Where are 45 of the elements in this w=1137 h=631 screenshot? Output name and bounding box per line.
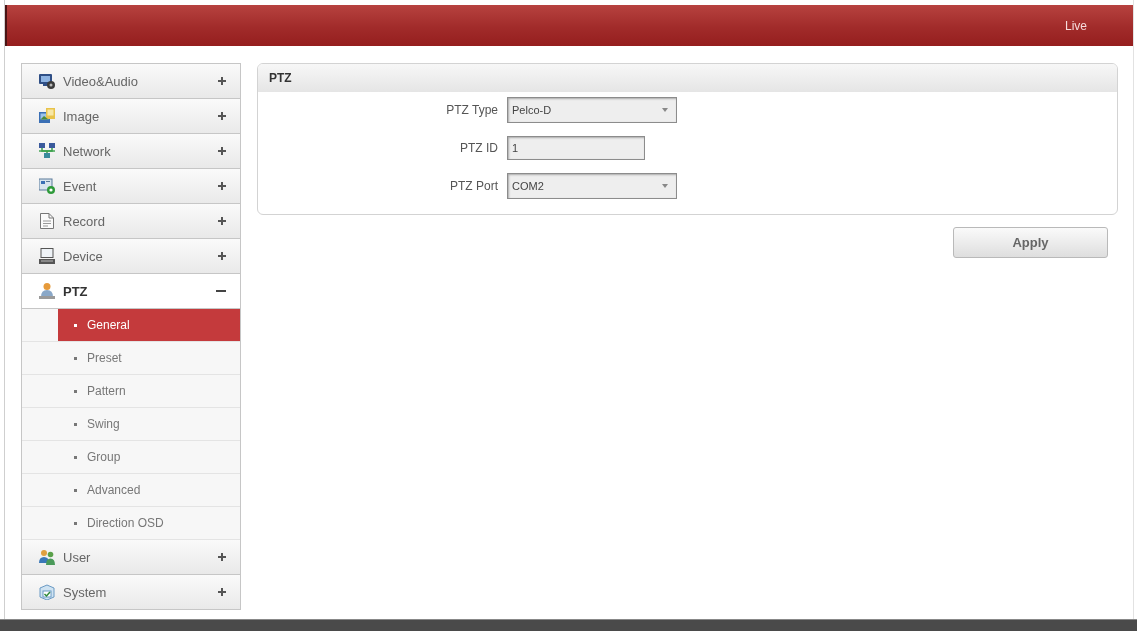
person-icon bbox=[39, 283, 55, 299]
panel-title: PTZ bbox=[269, 71, 292, 85]
document-icon bbox=[39, 213, 55, 229]
network-icon bbox=[39, 143, 55, 159]
sidebar-item[interactable]: Network bbox=[22, 134, 240, 169]
submenu-item[interactable]: General bbox=[58, 309, 240, 341]
dropdown[interactable]: COM2 bbox=[507, 173, 677, 199]
box-check-icon bbox=[39, 584, 55, 600]
users-icon bbox=[39, 549, 55, 565]
field-label: PTZ ID bbox=[459, 141, 498, 155]
sidebar-item[interactable]: Video&Audio bbox=[22, 64, 240, 99]
live-link[interactable]: Live bbox=[1065, 18, 1087, 33]
plus-icon bbox=[218, 77, 226, 85]
bullet-icon bbox=[74, 356, 77, 360]
sidebar-item[interactable]: System bbox=[22, 575, 240, 610]
plus-icon bbox=[218, 252, 226, 260]
sidebar-item[interactable]: Event bbox=[22, 169, 240, 204]
window-badge-icon bbox=[39, 178, 55, 194]
field-label: PTZ Port bbox=[449, 179, 498, 193]
bullet-icon bbox=[74, 389, 77, 393]
bullet-icon bbox=[74, 323, 77, 327]
plus-icon bbox=[218, 588, 226, 596]
sidebar-item[interactable]: Image bbox=[22, 99, 240, 134]
bullet-icon bbox=[74, 422, 77, 426]
minus-icon bbox=[216, 290, 226, 292]
bullet-icon bbox=[74, 455, 77, 459]
plus-icon bbox=[218, 182, 226, 190]
plus-icon bbox=[218, 553, 226, 561]
monitor-icon bbox=[39, 73, 55, 89]
pictures-icon bbox=[39, 108, 55, 124]
field-label: PTZ Type bbox=[445, 103, 498, 117]
plus-icon bbox=[218, 112, 226, 120]
bullet-icon bbox=[74, 488, 77, 492]
sidebar-item[interactable]: Record bbox=[22, 204, 240, 239]
caret-icon bbox=[662, 184, 668, 188]
bullet-icon bbox=[74, 521, 77, 525]
dropdown[interactable]: Pelco-D bbox=[507, 97, 677, 123]
plus-icon bbox=[218, 147, 226, 155]
caret-icon bbox=[662, 108, 668, 112]
sidebar-item[interactable]: User bbox=[22, 540, 240, 575]
text-field[interactable]: 1 bbox=[507, 136, 645, 160]
apply-button[interactable]: Apply bbox=[953, 227, 1108, 258]
laptop-icon bbox=[39, 248, 55, 264]
sidebar-item[interactable]: Device bbox=[22, 239, 240, 274]
plus-icon bbox=[218, 217, 226, 225]
